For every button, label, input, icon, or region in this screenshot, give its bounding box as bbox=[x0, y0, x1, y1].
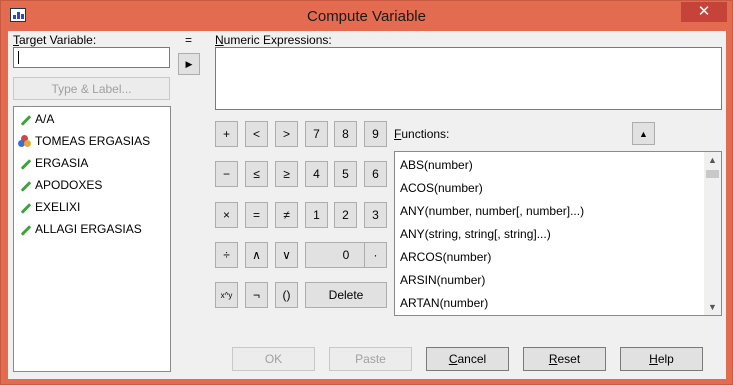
list-item[interactable]: ANY(string, string[, string]...) bbox=[400, 222, 551, 245]
help-label: Help bbox=[649, 352, 674, 366]
scale-pencil-icon bbox=[18, 201, 32, 214]
variable-name: EXELIXI bbox=[35, 200, 81, 214]
variable-list[interactable]: A/A TOMEAS ERGASIAS ERGASIA APODOXES EXE… bbox=[13, 106, 171, 372]
variable-name: ERGASIA bbox=[35, 156, 89, 170]
cancel-button[interactable]: Cancel bbox=[426, 347, 509, 371]
reset-label: Reset bbox=[548, 352, 581, 366]
triangle-right-icon: ▶ bbox=[185, 58, 193, 69]
functions-up-button[interactable]: ▲ bbox=[632, 122, 655, 145]
list-item[interactable]: ALLAGI ERGASIAS bbox=[18, 219, 142, 239]
calc-power-button[interactable]: x^y bbox=[215, 282, 238, 308]
window-title: Compute Variable bbox=[307, 8, 426, 25]
list-item[interactable]: ARTAN(number) bbox=[400, 291, 488, 314]
calc-digit-8-button[interactable]: 8 bbox=[334, 121, 357, 147]
chevron-up-icon[interactable]: ▲ bbox=[704, 152, 721, 168]
list-item[interactable]: A/A bbox=[18, 109, 54, 129]
calc-plus-button[interactable]: + bbox=[215, 121, 238, 147]
target-variable-input[interactable] bbox=[13, 47, 170, 68]
variable-name: ALLAGI ERGASIAS bbox=[35, 222, 142, 236]
dialog-window: Compute Variable ✕ Target Variable: Type… bbox=[0, 0, 733, 385]
ok-button[interactable]: OK bbox=[232, 347, 315, 371]
list-item[interactable]: ARCOS(number) bbox=[400, 245, 491, 268]
calc-digit-4-button[interactable]: 4 bbox=[305, 161, 328, 187]
list-item[interactable]: TOMEAS ERGASIAS bbox=[18, 131, 150, 151]
dialog-client: Target Variable: Type & Label... = ▶ A/A… bbox=[8, 31, 726, 379]
calc-multiply-button[interactable]: × bbox=[215, 202, 238, 228]
calc-digit-6-button[interactable]: 6 bbox=[364, 161, 387, 187]
list-item[interactable]: EXELIXI bbox=[18, 197, 80, 217]
triangle-up-icon: ▲ bbox=[639, 128, 648, 139]
functions-label: Functions: bbox=[394, 127, 450, 141]
calc-equals-button[interactable]: = bbox=[245, 202, 268, 228]
numeric-expressions-label: Numeric Expressions: bbox=[215, 33, 332, 47]
scrollbar-thumb[interactable] bbox=[706, 170, 719, 178]
calc-digit-5-button[interactable]: 5 bbox=[334, 161, 357, 187]
move-right-arrow-button[interactable]: ▶ bbox=[178, 53, 200, 75]
paste-button[interactable]: Paste bbox=[329, 347, 412, 371]
calc-digit-9-button[interactable]: 9 bbox=[364, 121, 387, 147]
list-item[interactable]: ARSIN(number) bbox=[400, 268, 485, 291]
calc-or-button[interactable]: ∨ bbox=[275, 242, 298, 268]
calc-less-equal-button[interactable]: ≤ bbox=[245, 161, 268, 187]
nominal-circles-icon bbox=[18, 134, 31, 148]
reset-button[interactable]: Reset bbox=[523, 347, 606, 371]
scale-pencil-icon bbox=[18, 223, 32, 236]
functions-scrollbar[interactable]: ▲ ▼ bbox=[704, 152, 721, 315]
help-button[interactable]: Help bbox=[620, 347, 703, 371]
scale-pencil-icon bbox=[18, 157, 32, 170]
calc-parentheses-button[interactable]: () bbox=[275, 282, 298, 308]
calc-digit-3-button[interactable]: 3 bbox=[364, 202, 387, 228]
calc-delete-button[interactable]: Delete bbox=[305, 282, 387, 308]
title-bar[interactable]: Compute Variable ✕ bbox=[1, 1, 732, 31]
target-variable-label: Target Variable: bbox=[13, 33, 97, 47]
list-item[interactable]: ABS(number) bbox=[400, 153, 473, 176]
calc-and-button[interactable]: ∧ bbox=[245, 242, 268, 268]
list-item[interactable]: ACOS(number) bbox=[400, 176, 483, 199]
type-label-button[interactable]: Type & Label... bbox=[13, 77, 170, 100]
calc-divide-button[interactable]: ÷ bbox=[215, 242, 238, 268]
cancel-label: Cancel bbox=[448, 352, 487, 366]
calc-not-button[interactable]: ¬ bbox=[245, 282, 268, 308]
equals-sign: = bbox=[185, 33, 193, 47]
calc-less-than-button[interactable]: < bbox=[245, 121, 268, 147]
list-item[interactable]: APODOXES bbox=[18, 175, 102, 195]
list-item[interactable]: ERGASIA bbox=[18, 153, 88, 173]
variable-name: TOMEAS ERGASIAS bbox=[35, 134, 151, 148]
variable-name: APODOXES bbox=[35, 178, 103, 192]
calc-digit-1-button[interactable]: 1 bbox=[305, 202, 328, 228]
calc-greater-than-button[interactable]: > bbox=[275, 121, 298, 147]
calc-digit-7-button[interactable]: 7 bbox=[305, 121, 328, 147]
calc-decimal-button[interactable]: · bbox=[364, 242, 387, 268]
chevron-down-icon[interactable]: ▼ bbox=[704, 299, 721, 315]
list-item[interactable]: ANY(number, number[, number]...) bbox=[400, 199, 584, 222]
calc-greater-equal-button[interactable]: ≥ bbox=[275, 161, 298, 187]
calc-digit-2-button[interactable]: 2 bbox=[334, 202, 357, 228]
calc-minus-button[interactable]: − bbox=[215, 161, 238, 187]
functions-list[interactable]: ABS(number) ACOS(number) ANY(number, num… bbox=[394, 151, 722, 316]
text-caret bbox=[18, 51, 19, 64]
scale-pencil-icon bbox=[18, 113, 32, 126]
numeric-expression-input[interactable] bbox=[215, 47, 722, 110]
variable-name: A/A bbox=[35, 112, 55, 126]
close-button[interactable]: ✕ bbox=[681, 2, 727, 22]
calc-not-equal-button[interactable]: ≠ bbox=[275, 202, 298, 228]
scale-pencil-icon bbox=[18, 179, 32, 192]
